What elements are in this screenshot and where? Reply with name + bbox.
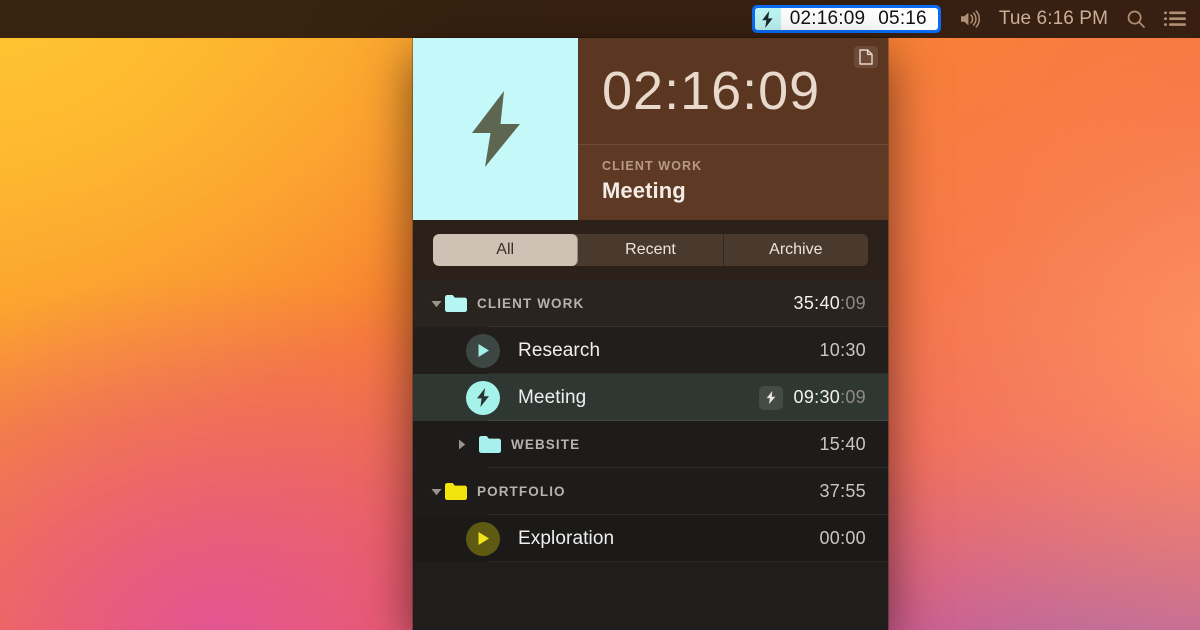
menubar-timer-extra[interactable]: 02:16:09 05:16 bbox=[751, 5, 941, 33]
active-task-timer: 02:16:09 bbox=[602, 61, 821, 121]
task-row-research[interactable]: Research 10:30 bbox=[413, 327, 888, 374]
row-divider bbox=[488, 561, 888, 562]
chevron-down-icon[interactable] bbox=[427, 300, 445, 308]
task-time: 10:30 bbox=[819, 340, 866, 360]
active-task-project: CLIENT WORK bbox=[602, 159, 703, 173]
task-name: Research bbox=[518, 339, 601, 361]
task-row-meeting[interactable]: Meeting 09:30:09 bbox=[413, 374, 888, 421]
active-task-hero-icon[interactable] bbox=[413, 38, 578, 220]
task-list[interactable]: CLIENT WORK 35:40:09 Research 10:30 Meet… bbox=[413, 280, 888, 628]
group-total-time: 37:55 bbox=[819, 481, 866, 501]
group-name: PORTFOLIO bbox=[477, 484, 566, 499]
running-bolt-icon bbox=[758, 385, 783, 410]
task-name: Meeting bbox=[518, 386, 587, 408]
group-total-time: 15:40 bbox=[819, 434, 866, 454]
chevron-right-icon[interactable] bbox=[453, 439, 471, 450]
timer-app-window: 02:16:09 CLIENT WORK Meeting All Recent … bbox=[413, 38, 888, 630]
active-task-title: Meeting bbox=[602, 178, 686, 203]
play-icon[interactable] bbox=[466, 521, 500, 556]
tab-all[interactable]: All bbox=[433, 234, 579, 266]
group-row-website[interactable]: WEBSITE 15:40 bbox=[413, 421, 888, 468]
bolt-icon bbox=[754, 8, 781, 30]
control-center-icon[interactable] bbox=[1164, 10, 1186, 28]
bolt-icon[interactable] bbox=[466, 380, 500, 415]
menubar-clock[interactable]: Tue 6:16 PM bbox=[999, 8, 1108, 30]
group-name: WEBSITE bbox=[511, 437, 581, 452]
menubar-elapsed-time: 02:16:09 bbox=[789, 8, 866, 29]
chevron-down-icon[interactable] bbox=[427, 488, 445, 496]
group-name: CLIENT WORK bbox=[477, 296, 585, 311]
tab-archive[interactable]: Archive bbox=[724, 234, 868, 266]
task-name: Exploration bbox=[518, 527, 615, 549]
folder-icon bbox=[445, 483, 467, 500]
task-row-exploration[interactable]: Exploration 00:00 bbox=[413, 515, 888, 562]
task-time: 09:30:09 bbox=[758, 385, 866, 410]
group-row-client-work[interactable]: CLIENT WORK 35:40:09 bbox=[413, 280, 888, 327]
bolt-icon bbox=[471, 91, 520, 167]
tab-bar-container: All Recent Archive bbox=[413, 220, 888, 280]
group-row-portfolio[interactable]: PORTFOLIO 37:55 bbox=[413, 468, 888, 515]
folder-icon bbox=[445, 295, 467, 312]
task-time: 00:00 bbox=[819, 528, 866, 548]
tab-recent[interactable]: Recent bbox=[578, 234, 724, 266]
menu-bar: 02:16:09 05:16 Tue 6:16 PM bbox=[0, 0, 1200, 38]
segmented-control: All Recent Archive bbox=[433, 234, 868, 266]
group-total-time: 35:40:09 bbox=[793, 293, 866, 313]
play-icon[interactable] bbox=[466, 333, 500, 368]
search-icon[interactable] bbox=[1126, 9, 1146, 29]
active-task-header: 02:16:09 CLIENT WORK Meeting bbox=[413, 38, 888, 220]
active-task-info: 02:16:09 CLIENT WORK Meeting bbox=[578, 38, 888, 220]
folder-icon bbox=[479, 436, 501, 453]
active-task-meta: CLIENT WORK Meeting bbox=[578, 144, 888, 220]
menubar-remaining-time: 05:16 bbox=[878, 8, 927, 29]
speaker-volume-icon[interactable] bbox=[959, 10, 981, 28]
note-document-icon[interactable] bbox=[854, 46, 878, 68]
